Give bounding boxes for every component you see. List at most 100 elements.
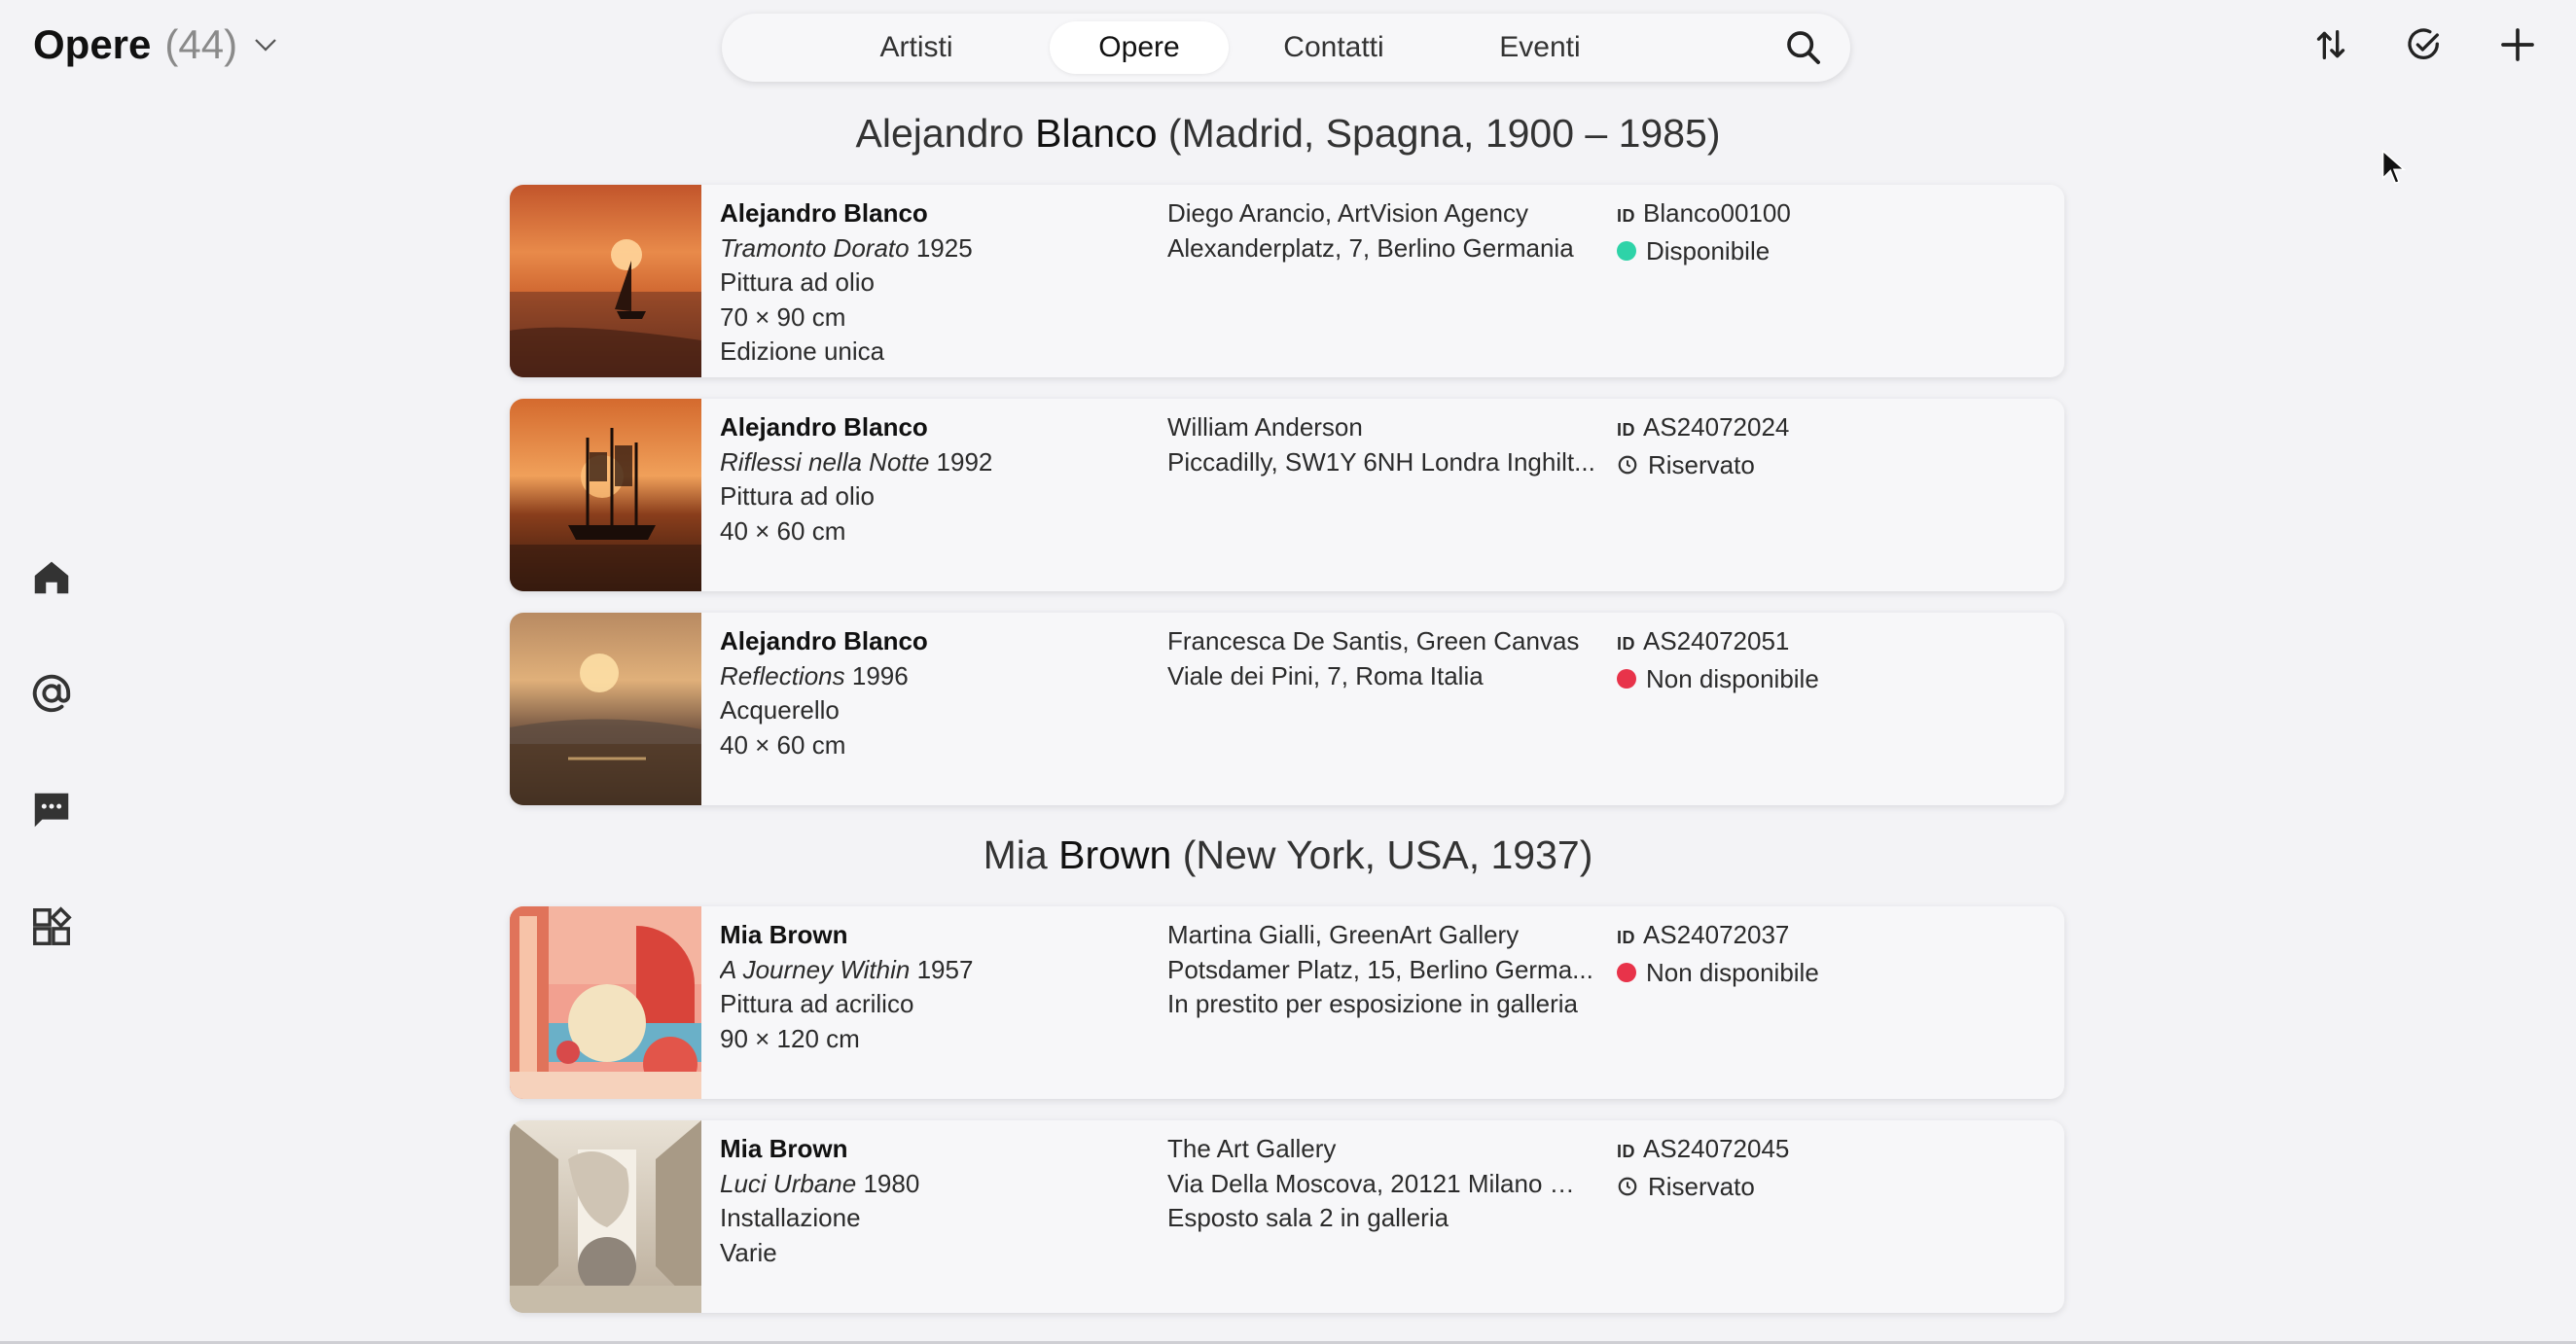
artist-surname: Blanco bbox=[1035, 111, 1158, 156]
artwork-title: Riflessi nella Notte bbox=[720, 446, 930, 477]
owner-address: Alexanderplatz, 7, Berlino Germania bbox=[1167, 232, 1574, 263]
artwork-info: Alejandro Blanco Reflections 1996 Acquer… bbox=[720, 624, 928, 762]
artist-name: Mia Brown bbox=[720, 1134, 848, 1163]
artwork-size: 90 × 120 cm bbox=[720, 1023, 860, 1053]
owner-name: William Anderson bbox=[1167, 412, 1363, 442]
artwork-thumbnail bbox=[510, 1120, 701, 1313]
artwork-status: ID AS24072045 Riservato bbox=[1617, 1132, 1789, 1204]
chevron-down-icon[interactable] bbox=[251, 30, 280, 59]
artist-surname: Brown bbox=[1058, 832, 1172, 877]
artwork-card[interactable]: Alejandro Blanco Riflessi nella Notte 19… bbox=[510, 399, 2064, 591]
item-count: (44) bbox=[164, 21, 238, 67]
artwork-size: 40 × 60 cm bbox=[720, 515, 846, 546]
owner-name: Martina Gialli, GreenArt Gallery bbox=[1167, 920, 1520, 949]
tab-contatti[interactable]: Contatti bbox=[1253, 21, 1414, 74]
at-icon[interactable] bbox=[29, 671, 74, 716]
artwork-thumbnail bbox=[510, 185, 701, 377]
artwork-id: AS24072037 bbox=[1643, 920, 1790, 949]
artist-group-header: Mia Brown (New York, USA, 1937) bbox=[0, 832, 2576, 878]
artwork-id: AS24072051 bbox=[1643, 626, 1790, 655]
artwork-id: AS24072024 bbox=[1643, 412, 1790, 442]
owner-name: Diego Arancio, ArtVision Agency bbox=[1167, 198, 1528, 228]
chat-icon[interactable] bbox=[29, 788, 74, 832]
artwork-medium: Pittura ad olio bbox=[720, 267, 875, 297]
sort-icon[interactable] bbox=[2311, 25, 2350, 64]
artwork-location: Martina Gialli, GreenArt Gallery Potsdam… bbox=[1167, 918, 1595, 1022]
artwork-title: Tramonto Dorato bbox=[720, 232, 910, 263]
artwork-status: ID AS24072024 Riservato bbox=[1617, 410, 1789, 482]
artwork-note: Esposto sala 2 in galleria bbox=[1167, 1203, 1449, 1232]
check-circle-icon[interactable] bbox=[2405, 25, 2444, 64]
artwork-medium: Installazione bbox=[720, 1203, 861, 1232]
owner-name: Francesca De Santis, Green Canvas bbox=[1167, 626, 1580, 655]
artist-group-header: Alejandro Blanco (Madrid, Spagna, 1900 –… bbox=[0, 111, 2576, 157]
page-title-dropdown[interactable]: Opere (44) bbox=[33, 21, 280, 68]
status-dot-icon bbox=[1617, 963, 1636, 983]
owner-address: Viale dei Pini, 7, Roma Italia bbox=[1167, 660, 1484, 690]
artwork-status: ID Blanco00100 Disponibile bbox=[1617, 196, 1791, 268]
artwork-card[interactable]: Mia Brown A Journey Within 1957 Pittura … bbox=[510, 906, 2064, 1099]
artwork-info: Alejandro Blanco Tramonto Dorato 1925 Pi… bbox=[720, 196, 973, 370]
artist-name: Alejandro Blanco bbox=[720, 198, 928, 228]
artwork-thumbnail bbox=[510, 399, 701, 591]
artwork-year: 1957 bbox=[916, 954, 974, 984]
artwork-id: Blanco00100 bbox=[1643, 198, 1791, 228]
id-label: ID bbox=[1617, 1142, 1635, 1161]
status-dot-icon bbox=[1617, 241, 1636, 262]
artwork-info: Alejandro Blanco Riflessi nella Notte 19… bbox=[720, 410, 992, 548]
artwork-location: The Art Gallery Via Della Moscova, 20121… bbox=[1167, 1132, 1595, 1236]
artwork-id: AS24072045 bbox=[1643, 1134, 1790, 1163]
id-label: ID bbox=[1617, 420, 1635, 440]
owner-address: Via Della Moscova, 20121 Milano MI... bbox=[1167, 1168, 1595, 1198]
artwork-year: 1925 bbox=[915, 232, 973, 263]
status-text: Non disponibile bbox=[1646, 957, 1819, 987]
apps-icon[interactable] bbox=[29, 904, 74, 949]
artwork-medium: Pittura ad olio bbox=[720, 481, 875, 511]
artwork-card[interactable]: Alejandro Blanco Reflections 1996 Acquer… bbox=[510, 613, 2064, 805]
artist-first-name: Mia bbox=[983, 832, 1048, 877]
artwork-medium: Pittura ad acrilico bbox=[720, 989, 914, 1018]
artwork-size: 70 × 90 cm bbox=[720, 301, 846, 332]
id-label: ID bbox=[1617, 206, 1635, 226]
tab-eventi[interactable]: Eventi bbox=[1459, 21, 1621, 74]
artwork-card[interactable]: Mia Brown Luci Urbane 1980 Installazione… bbox=[510, 1120, 2064, 1313]
status-text: Non disponibile bbox=[1646, 663, 1819, 693]
status-text: Riservato bbox=[1648, 449, 1755, 479]
artwork-year: 1996 bbox=[851, 660, 909, 690]
owner-name: The Art Gallery bbox=[1167, 1134, 1337, 1163]
status-dot-icon bbox=[1617, 669, 1636, 690]
id-label: ID bbox=[1617, 634, 1635, 654]
search-icon[interactable] bbox=[1784, 28, 1823, 67]
clock-icon bbox=[1618, 455, 1637, 475]
artwork-edition: Edizione unica bbox=[720, 336, 885, 366]
artist-name: Alejandro Blanco bbox=[720, 412, 928, 442]
artist-details: (Madrid, Spagna, 1900 – 1985) bbox=[1167, 111, 1721, 156]
artwork-medium: Acquerello bbox=[720, 695, 840, 725]
artwork-info: Mia Brown Luci Urbane 1980 Installazione… bbox=[720, 1132, 919, 1270]
page-title: Opere bbox=[33, 21, 152, 67]
artwork-thumbnail bbox=[510, 906, 701, 1099]
main-tabs: Artisti Opere Contatti Eventi bbox=[722, 14, 1850, 82]
owner-address: Potsdamer Platz, 15, Berlino Germa... bbox=[1167, 954, 1593, 984]
artwork-year: 1980 bbox=[863, 1168, 920, 1198]
clock-icon bbox=[1618, 1177, 1637, 1196]
artist-name: Mia Brown bbox=[720, 920, 848, 949]
tab-artisti[interactable]: Artisti bbox=[839, 21, 994, 74]
top-actions bbox=[2311, 25, 2537, 64]
home-icon[interactable] bbox=[29, 554, 74, 599]
tab-opere[interactable]: Opere bbox=[1050, 21, 1229, 74]
id-label: ID bbox=[1617, 928, 1635, 947]
artwork-location: Diego Arancio, ArtVision Agency Alexande… bbox=[1167, 196, 1595, 265]
owner-address: Piccadilly, SW1Y 6NH Londra Inghilt... bbox=[1167, 446, 1595, 477]
artwork-location: William Anderson Piccadilly, SW1Y 6NH Lo… bbox=[1167, 410, 1595, 479]
artwork-title: A Journey Within bbox=[720, 954, 911, 984]
status-text: Disponibile bbox=[1646, 235, 1771, 265]
artwork-thumbnail bbox=[510, 613, 701, 805]
artwork-status: ID AS24072051 Non disponibile bbox=[1617, 624, 1819, 696]
artwork-card[interactable]: Alejandro Blanco Tramonto Dorato 1925 Pi… bbox=[510, 185, 2064, 377]
plus-icon[interactable] bbox=[2498, 25, 2537, 64]
artwork-title: Reflections bbox=[720, 660, 845, 690]
artwork-title: Luci Urbane bbox=[720, 1168, 857, 1198]
artwork-note: In prestito per esposizione in galleria bbox=[1167, 989, 1579, 1018]
artwork-location: Francesca De Santis, Green Canvas Viale … bbox=[1167, 624, 1595, 693]
